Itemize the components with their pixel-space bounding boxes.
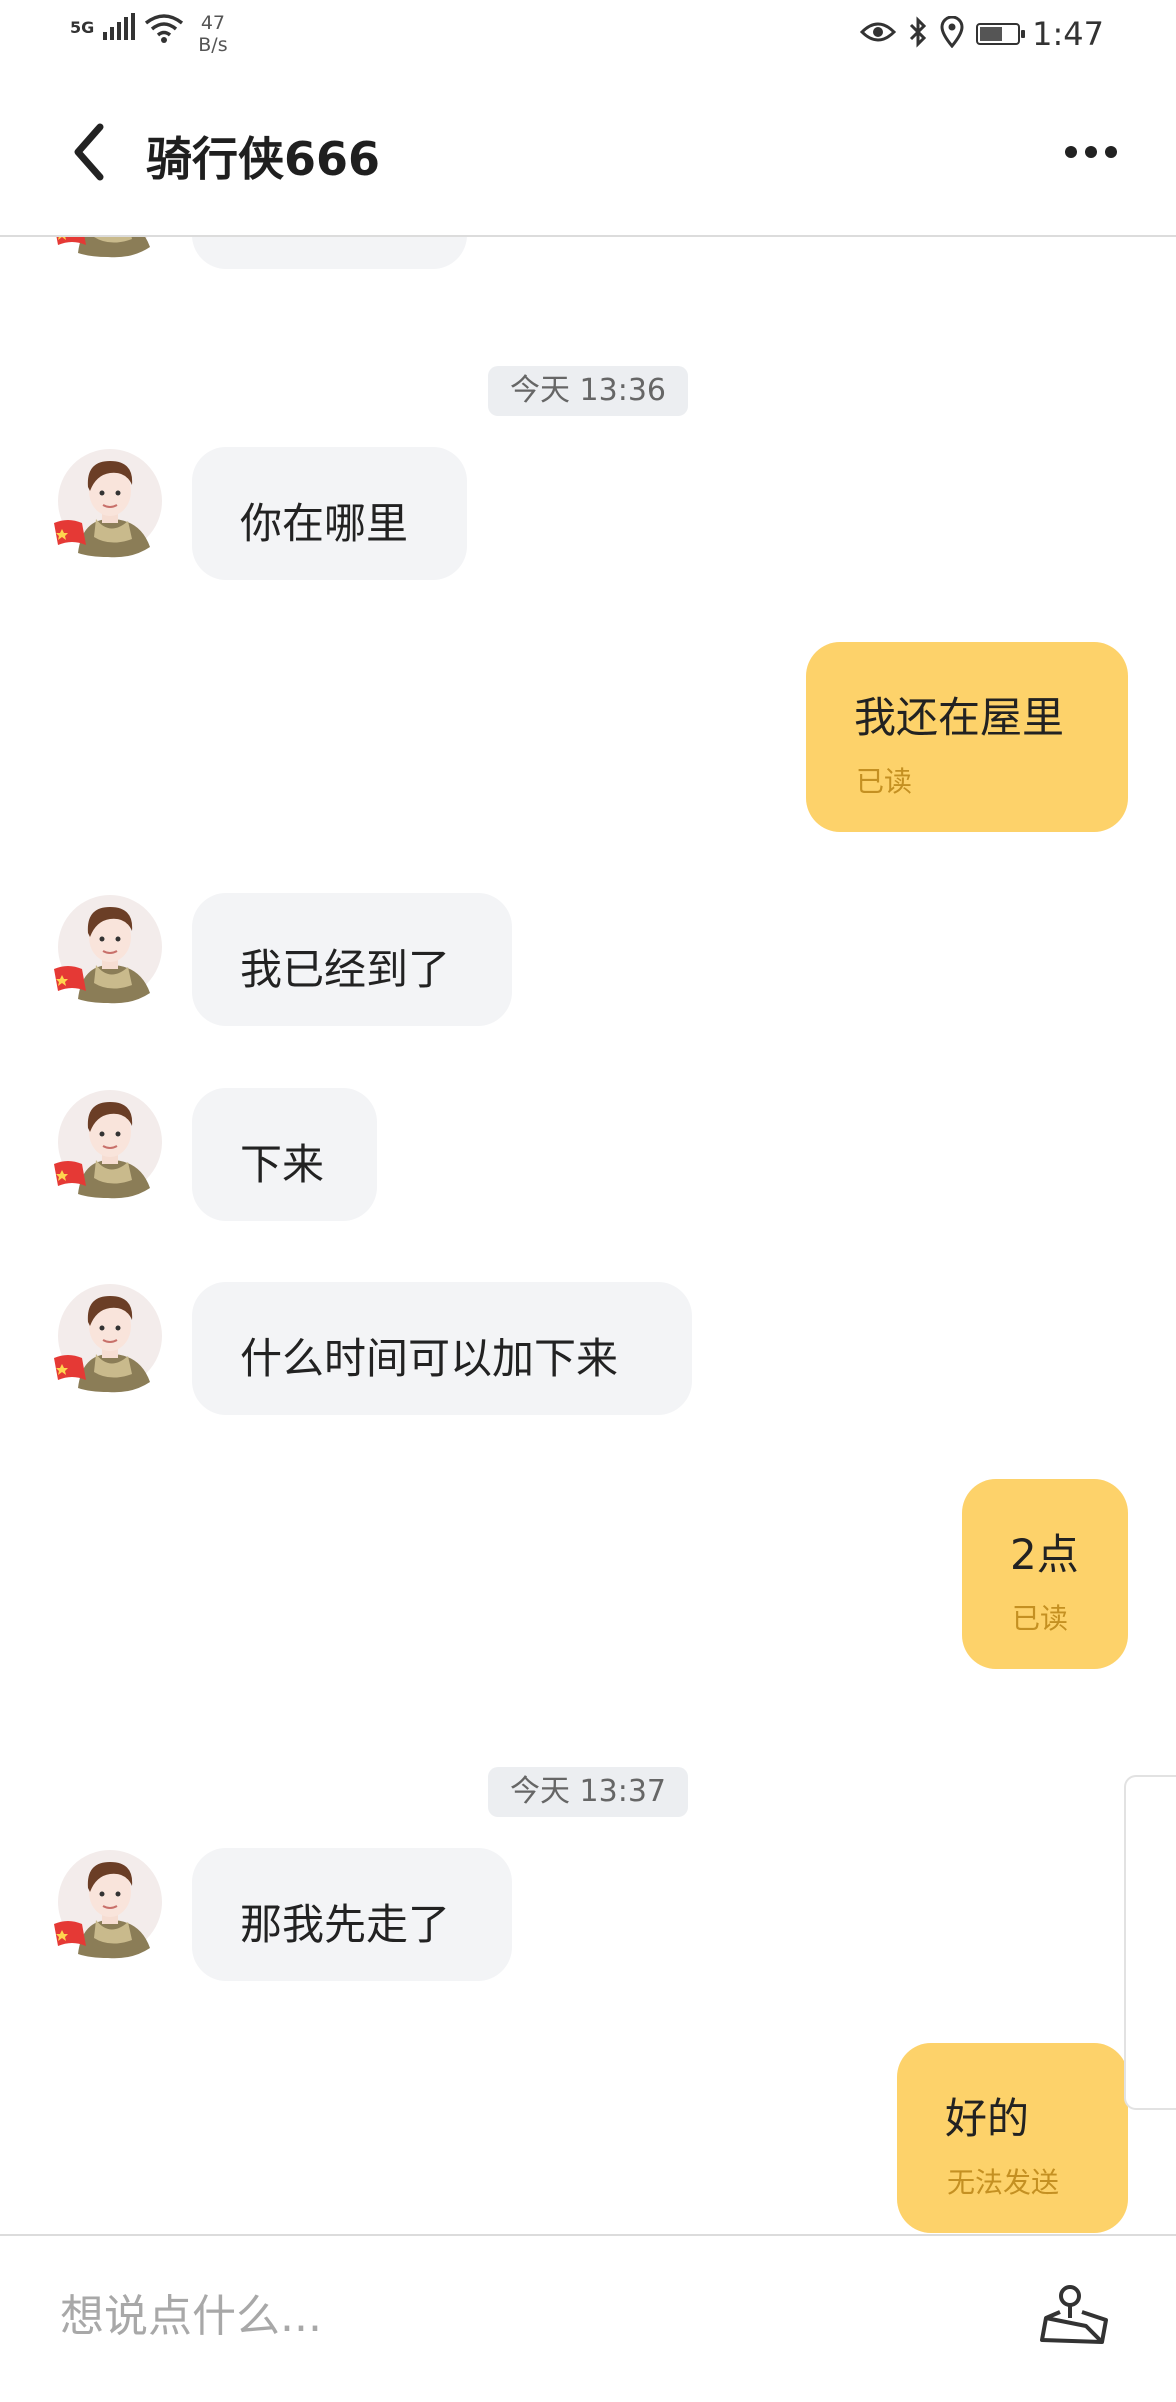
- page-title: 骑行侠666: [146, 132, 381, 186]
- location-share-button[interactable]: [1036, 2276, 1116, 2356]
- battery-fill: [980, 27, 1002, 41]
- message-bubble-partial[interactable]: [192, 237, 467, 269]
- timestamp: 今天 13:36: [488, 366, 688, 416]
- message-text: 好的: [945, 2094, 1030, 2143]
- more-icon: [1065, 146, 1077, 158]
- message-text: 下来: [240, 1140, 325, 1189]
- message-bubble-sent[interactable]: 2点 已读: [962, 1479, 1128, 1669]
- side-drawer-handle[interactable]: [1124, 1775, 1176, 2110]
- message-text: 我还在屋里: [854, 693, 1065, 742]
- chat-area[interactable]: 今天 13:36 你在哪里 我还在屋里 已读 我已经到了 下来 什么时间可以加下…: [0, 237, 1176, 2237]
- eye-icon: [860, 20, 897, 48]
- status-time: 1:47: [1032, 15, 1104, 53]
- read-status: 已读: [856, 765, 913, 798]
- avatar[interactable]: [52, 1088, 162, 1200]
- avatar[interactable]: [52, 1282, 162, 1394]
- read-status: 已读: [1012, 1602, 1069, 1635]
- network-speed: 47 B/s: [198, 12, 227, 56]
- chat-header: 骑行侠666: [0, 75, 1176, 237]
- message-text: 什么时间可以加下来: [240, 1334, 619, 1383]
- message-input[interactable]: [60, 2276, 960, 2356]
- timestamp: 今天 13:37: [488, 1767, 688, 1817]
- message-bubble-received[interactable]: 那我先走了: [192, 1848, 512, 1981]
- message-bubble-sent[interactable]: 我还在屋里 已读: [806, 642, 1128, 832]
- more-icon-dot: [1105, 146, 1117, 158]
- more-button[interactable]: [1056, 127, 1126, 177]
- bluetooth-icon: [908, 16, 928, 52]
- wifi-icon: [144, 12, 184, 48]
- network-type: 5G: [70, 18, 95, 37]
- status-bar-right: 1:47: [860, 15, 1104, 53]
- send-failed-status: 无法发送: [947, 2166, 1060, 2199]
- more-icon-dot: [1085, 146, 1097, 158]
- message-bubble-received[interactable]: 我已经到了: [192, 893, 512, 1026]
- avatar[interactable]: [52, 237, 162, 259]
- message-bubble-sent[interactable]: 好的 无法发送: [897, 2043, 1128, 2233]
- signal-icon: [102, 12, 136, 46]
- speed-value: 47: [200, 12, 226, 34]
- status-bar-left: 5G 47 B/s: [70, 12, 228, 56]
- message-bubble-received[interactable]: 下来: [192, 1088, 377, 1221]
- message-text: 我已经到了: [240, 945, 451, 994]
- message-text: 那我先走了: [240, 1900, 451, 1949]
- message-bubble-received[interactable]: 什么时间可以加下来: [192, 1282, 692, 1415]
- input-bar: [0, 2234, 1176, 2402]
- status-bar: 5G 47 B/s 1:47: [0, 0, 1176, 75]
- avatar[interactable]: [52, 1848, 162, 1960]
- avatar[interactable]: [52, 893, 162, 1005]
- back-button[interactable]: [60, 119, 120, 189]
- battery-icon: [976, 23, 1026, 45]
- location-pin-icon: [940, 15, 964, 52]
- location-share-icon: [1040, 2282, 1112, 2350]
- message-text: 你在哪里: [240, 499, 409, 548]
- message-bubble-received[interactable]: 你在哪里: [192, 447, 467, 580]
- message-text: 2点: [1010, 1530, 1079, 1579]
- speed-unit: B/s: [198, 34, 228, 56]
- chevron-left-icon: [70, 122, 110, 186]
- avatar[interactable]: [52, 447, 162, 559]
